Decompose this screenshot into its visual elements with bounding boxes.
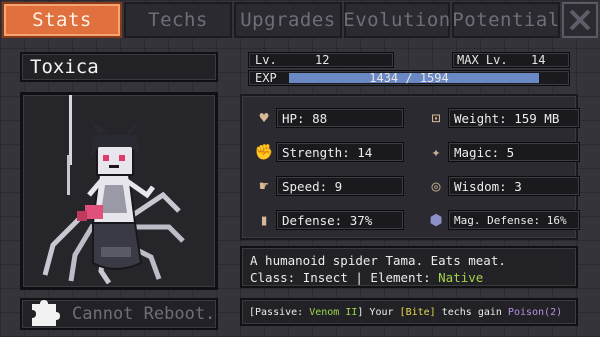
magic-shield-icon: ⬢	[429, 210, 443, 229]
spider-girl-sprite	[42, 95, 185, 285]
passive-effect: Poison(2)	[507, 306, 563, 318]
max-level-box: MAX Lv. 14	[452, 52, 570, 68]
class-label: Class:	[250, 270, 303, 285]
class-separator: |	[347, 270, 371, 285]
reboot-label: Cannot Reboot.	[72, 304, 216, 324]
stat-speed-value: Speed: 9	[276, 176, 404, 196]
wisdom-orb-icon: ◎	[431, 176, 441, 195]
tab-evolution[interactable]: Evolution	[343, 2, 451, 38]
tab-stats-label: Stats	[32, 9, 92, 31]
sparkle-icon: ✦	[431, 142, 441, 161]
tama-name: Toxica	[30, 56, 99, 78]
max-level-label: MAX Lv.	[457, 53, 508, 67]
stat-strength: ✊ Strength: 14	[252, 140, 404, 164]
close-button[interactable]	[562, 2, 598, 38]
close-x-icon	[569, 9, 591, 31]
weight-icon: ⊡	[431, 108, 441, 127]
stat-hp: ♥ HP: 88	[252, 106, 404, 130]
tab-upgrades[interactable]: Upgrades	[234, 2, 342, 38]
stat-magic-value: Magic: 5	[448, 142, 580, 162]
class-element-line: Class: Insect | Element: Native	[250, 269, 568, 286]
stat-defense-value: Defense: 37%	[276, 210, 404, 230]
speed-hand-icon: ☛	[259, 176, 269, 195]
passive-tech-tag: [Bite]	[399, 306, 436, 318]
passive-close: ] Your	[357, 306, 400, 318]
level-label: Lv.	[255, 53, 277, 67]
stat-strength-value: Strength: 14	[276, 142, 404, 162]
element-value: Native	[438, 270, 484, 285]
stat-magic: ✦ Magic: 5	[424, 140, 580, 164]
tab-techs[interactable]: Techs	[124, 2, 232, 38]
exp-bar: EXP 1434 / 1594	[248, 70, 570, 86]
element-label: Element:	[370, 270, 439, 285]
tab-potential[interactable]: Potential	[452, 2, 560, 38]
stat-speed: ☛ Speed: 9	[252, 174, 404, 198]
tab-evolution-label: Evolution	[343, 9, 451, 31]
stat-hp-value: HP: 88	[276, 108, 404, 128]
stat-weight-value: Weight: 159 MB	[448, 108, 580, 128]
tab-potential-label: Potential	[452, 9, 560, 31]
tab-techs-label: Techs	[148, 9, 208, 31]
shield-icon: ▮	[259, 210, 269, 229]
passive-name: Venom II	[309, 306, 358, 318]
level-value: 12	[315, 53, 330, 67]
stat-wisdom: ◎ Wisdom: 3	[424, 174, 580, 198]
heart-icon: ♥	[259, 108, 269, 127]
stat-wisdom-value: Wisdom: 3	[448, 176, 580, 196]
level-box: Lv. 12	[248, 52, 394, 68]
stat-weight: ⊡ Weight: 159 MB	[424, 106, 580, 130]
passive-open: [Passive:	[249, 306, 310, 318]
tama-name-box: Toxica	[20, 52, 218, 82]
passive-mid: techs gain	[435, 306, 508, 318]
tama-portrait	[20, 92, 218, 290]
puzzle-piece-icon	[32, 300, 60, 326]
description-line: A humanoid spider Tama. Eats meat.	[250, 253, 506, 268]
max-level-value: 14	[531, 53, 546, 67]
reboot-button[interactable]: Cannot Reboot.	[20, 298, 218, 330]
fist-icon: ✊	[254, 142, 274, 161]
stat-defense: ▮ Defense: 37%	[252, 208, 404, 232]
tab-upgrades-label: Upgrades	[240, 9, 336, 31]
stat-mag-defense-value: Mag. Defense: 16%	[448, 210, 580, 230]
tab-stats[interactable]: Stats	[2, 2, 122, 38]
stat-mag-defense: ⬢ Mag. Defense: 16%	[424, 208, 580, 232]
class-value: Insect	[302, 270, 348, 285]
passive-panel: [Passive: Venom II] Your [Bite] techs ga…	[240, 298, 578, 326]
description-panel: A humanoid spider Tama. Eats meat. Class…	[240, 246, 578, 288]
stats-panel: ♥ HP: 88 ✊ Strength: 14 ☛ Speed: 9 ▮ Def…	[240, 94, 580, 240]
exp-value: 1434 / 1594	[369, 71, 449, 85]
